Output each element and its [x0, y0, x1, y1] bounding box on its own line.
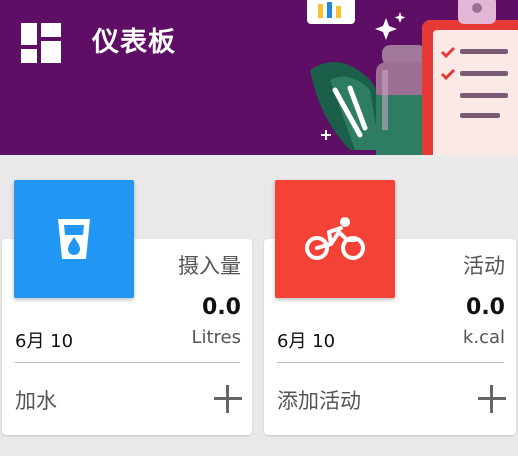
activity-date: 6月 10 [277, 331, 336, 352]
activity-value: 0.0 [466, 295, 505, 320]
dashboard-grid-icon[interactable] [21, 23, 61, 63]
add-activity-plus-icon[interactable] [478, 385, 506, 413]
app-header: 仪表板 [0, 0, 518, 155]
card-divider [15, 362, 240, 363]
add-water-label[interactable]: 加水 [15, 385, 57, 415]
intake-unit: Litres [191, 327, 241, 348]
bicycle-icon [305, 217, 365, 260]
intake-label: 摄入量 [178, 254, 241, 278]
activity-tile [275, 180, 395, 298]
add-water-plus-icon[interactable] [214, 385, 242, 413]
water-glass-icon [58, 219, 90, 259]
add-activity-label[interactable]: 添加活动 [277, 385, 361, 415]
water-tile [14, 180, 134, 298]
card-divider [277, 362, 504, 363]
page-title: 仪表板 [92, 27, 176, 58]
activity-unit: k.cal [462, 327, 505, 348]
activity-label: 活动 [463, 254, 505, 278]
intake-value: 0.0 [202, 295, 241, 320]
intake-date: 6月 10 [15, 331, 74, 352]
header-illustration [307, 0, 518, 155]
